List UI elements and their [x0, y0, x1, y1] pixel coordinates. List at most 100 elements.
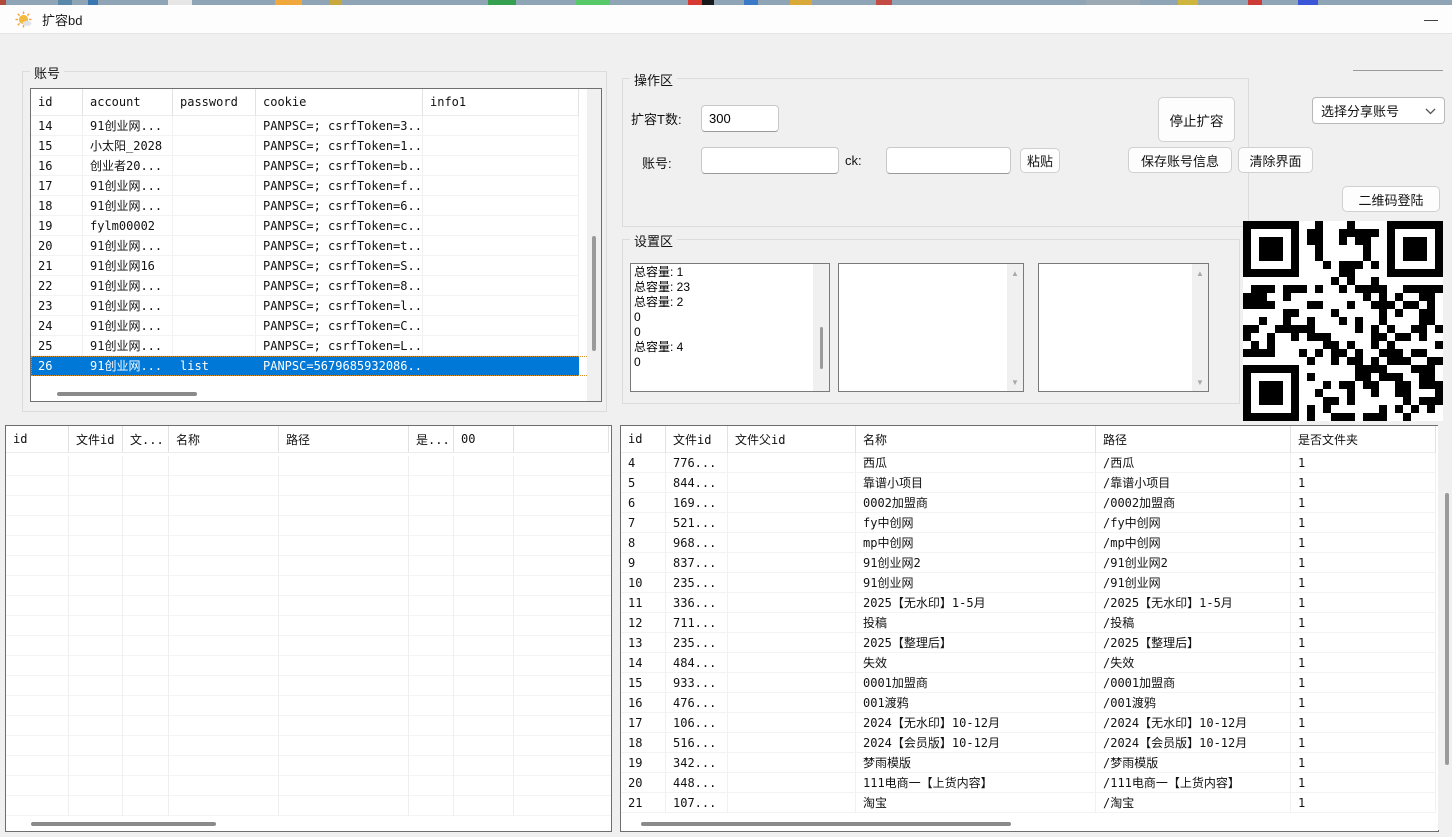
table-row[interactable]: 6169...0002加盟商/0002加盟商1 — [621, 493, 1438, 513]
header-cell[interactable]: 文... — [123, 426, 169, 453]
header-cell[interactable]: 名称 — [856, 426, 1096, 453]
table-cell — [173, 316, 256, 336]
scroll-up-icon[interactable]: ▲ — [1007, 266, 1023, 280]
table-row[interactable]: 2691创业网...listPANPSC=5679685932086... — [31, 356, 601, 376]
accounts-table[interactable]: idaccountpasswordcookieinfo11491创业网...PA… — [30, 88, 602, 402]
stop-expand-button[interactable]: 停止扩容 — [1158, 97, 1235, 142]
header-cell[interactable] — [514, 426, 609, 453]
clear-ui-button[interactable]: 清除界面 — [1238, 147, 1313, 173]
account-input[interactable] — [701, 147, 839, 174]
table-row[interactable]: 19fylm00002PANPSC=; csrfToken=c... — [31, 216, 601, 236]
accounts-group-label: 账号 — [30, 63, 64, 82]
table-row[interactable]: 2191创业网16PANPSC=; csrfToken=S... — [31, 256, 601, 276]
table-row[interactable]: 4776...西瓜/西瓜1 — [621, 453, 1438, 473]
header-cell[interactable]: id — [621, 426, 666, 453]
table-cell: 711... — [666, 613, 728, 633]
table-row[interactable]: 1491创业网...PANPSC=; csrfToken=3... — [31, 116, 601, 136]
header-cell[interactable]: password — [173, 89, 256, 116]
header-cell[interactable]: 00 — [454, 426, 514, 453]
files-right-vscroll-thumb[interactable] — [1445, 493, 1449, 765]
files-table-right[interactable]: id文件id文件父id名称路径是否文件夹4776...西瓜/西瓜15844...… — [620, 425, 1439, 832]
settings-list-1[interactable]: 总容量: 1 总容量: 23 总容量: 2 0 0 总容量: 4 0 — [630, 263, 830, 392]
table-cell — [728, 793, 856, 813]
table-row[interactable]: 9837...91创业网2/91创业网21 — [621, 553, 1438, 573]
accounts-vscrollbar[interactable] — [587, 89, 601, 401]
table-row[interactable]: 2091创业网...PANPSC=; csrfToken=t... — [31, 236, 601, 256]
header-cell[interactable]: account — [83, 89, 173, 116]
table-row[interactable]: 8968...mp中创网/mp中创网1 — [621, 533, 1438, 553]
table-row[interactable]: 2291创业网...PANPSC=; csrfToken=8... — [31, 276, 601, 296]
table-row[interactable]: 11336...2025【无水印】1-5月/2025【无水印】1-5月1 — [621, 593, 1438, 613]
expand-t-input[interactable] — [701, 105, 779, 132]
table-cell — [423, 296, 579, 316]
files-left-hscroll-thumb[interactable] — [31, 822, 216, 826]
table-cell: 23 — [31, 296, 83, 316]
header-cell[interactable]: 路径 — [279, 426, 409, 453]
qr-login-button[interactable]: 二维码登陆 — [1342, 186, 1440, 212]
table-row[interactable]: 2591创业网...PANPSC=; csrfToken=L... — [31, 336, 601, 356]
settings-list-2[interactable]: ▲ ▼ — [838, 263, 1024, 392]
settings-list-3[interactable]: ▲ ▼ — [1038, 263, 1209, 392]
header-cell[interactable]: id — [6, 426, 69, 453]
paste-button[interactable]: 粘贴 — [1020, 148, 1060, 173]
table-row[interactable]: 15小太阳_2028PANPSC=; csrfToken=1... — [31, 136, 601, 156]
header-cell[interactable]: 是... — [409, 426, 454, 453]
scroll-up-icon[interactable]: ▲ — [1192, 266, 1208, 280]
settings-list-3-scrollbar[interactable]: ▲ ▼ — [1192, 264, 1208, 391]
table-row[interactable]: 16476...001渡鸦/001渡鸦1 — [621, 693, 1438, 713]
table-row[interactable]: 2391创业网...PANPSC=; csrfToken=l... — [31, 296, 601, 316]
table-row[interactable]: 17106...2024【无水印】10-12月/2024【无水印】10-12月1 — [621, 713, 1438, 733]
settings-list-2-scrollbar[interactable]: ▲ ▼ — [1007, 264, 1023, 391]
header-cell[interactable]: 文件id — [666, 426, 728, 453]
table-row[interactable]: 13235...2025【整理后】/2025【整理后】1 — [621, 633, 1438, 653]
table-row[interactable]: 14484...失效/失效1 — [621, 653, 1438, 673]
table-row[interactable]: 7521...fy中创网/fy中创网1 — [621, 513, 1438, 533]
header-cell[interactable]: info1 — [423, 89, 579, 116]
table-row[interactable]: 18516...2024【会员版】10-12月/2024【会员版】10-12月1 — [621, 733, 1438, 753]
files-right-hscroll-thumb[interactable] — [641, 822, 1011, 826]
titlebar: 扩容bd — — [0, 5, 1452, 34]
table-cell: /mp中创网 — [1096, 533, 1291, 553]
table-row[interactable]: 1791创业网...PANPSC=; csrfToken=f... — [31, 176, 601, 196]
scroll-down-icon[interactable]: ▼ — [1192, 375, 1208, 389]
header-cell[interactable]: 文件id — [69, 426, 123, 453]
table-cell: 17 — [31, 176, 83, 196]
table-row[interactable]: 15933...0001加盟商/0001加盟商1 — [621, 673, 1438, 693]
table-row[interactable]: 2491创业网...PANPSC=; csrfToken=C... — [31, 316, 601, 336]
table-cell: 521... — [666, 513, 728, 533]
table-row[interactable]: 20448...111电商一【上货内容】/111电商一【上货内容】1 — [621, 773, 1438, 793]
accounts-hscroll-thumb[interactable] — [57, 392, 197, 396]
table-row[interactable]: 1891创业网...PANPSC=; csrfToken=6... — [31, 196, 601, 216]
accounts-vscroll-thumb[interactable] — [592, 236, 596, 351]
table-cell: 11 — [621, 593, 666, 613]
table-cell: 169... — [666, 493, 728, 513]
header-cell[interactable]: 路径 — [1096, 426, 1291, 453]
table-row[interactable]: 21107...淘宝/淘宝1 — [621, 793, 1438, 813]
header-cell[interactable]: 名称 — [169, 426, 279, 453]
account-field-label: 账号: — [642, 153, 672, 172]
files-table-left[interactable]: id文件id文...名称路径是...00 — [5, 425, 612, 832]
ck-input[interactable] — [886, 147, 1011, 174]
header-cell[interactable]: id — [31, 89, 83, 116]
table-cell: 1 — [1291, 593, 1436, 613]
save-account-button[interactable]: 保存账号信息 — [1128, 147, 1232, 173]
header-cell[interactable]: cookie — [256, 89, 423, 116]
table-cell — [728, 733, 856, 753]
table-row[interactable]: 12711...投稿/投稿1 — [621, 613, 1438, 633]
header-cell[interactable]: 是否文件夹 — [1291, 426, 1436, 453]
table-row[interactable]: 19342...梦雨模版/梦雨模版1 — [621, 753, 1438, 773]
table-cell: 14 — [31, 116, 83, 136]
minimize-button[interactable]: — — [1424, 14, 1438, 24]
settings-list-1-scroll-thumb[interactable] — [820, 327, 823, 369]
settings-list-1-scrollbar[interactable] — [813, 264, 829, 391]
table-cell — [173, 256, 256, 276]
scroll-down-icon[interactable]: ▼ — [1007, 375, 1023, 389]
table-row[interactable]: 5844...靠谱小项目/靠谱小项目1 — [621, 473, 1438, 493]
share-account-combobox[interactable]: 选择分享账号 — [1312, 97, 1445, 124]
table-row[interactable]: 16创业者20...PANPSC=; csrfToken=b... — [31, 156, 601, 176]
header-cell[interactable]: 文件父id — [728, 426, 856, 453]
table-row[interactable]: 10235...91创业网/91创业网1 — [621, 573, 1438, 593]
table-cell: 靠谱小项目 — [856, 473, 1096, 493]
table-cell: 24 — [31, 316, 83, 336]
table-cell — [423, 276, 579, 296]
